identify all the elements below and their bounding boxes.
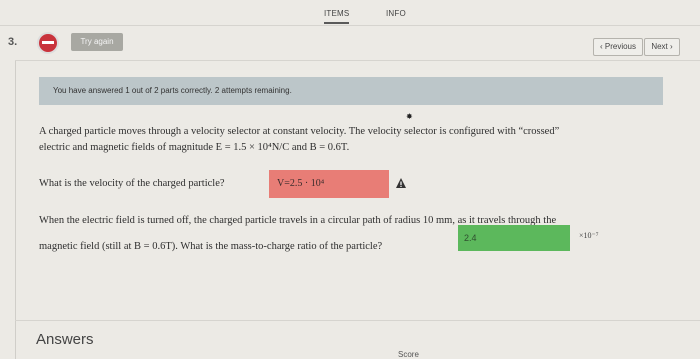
warning-icon [396, 178, 406, 188]
part2-answer-field[interactable]: 2.4 [458, 225, 570, 251]
incorrect-status-icon [37, 32, 59, 54]
score-label: Score [398, 350, 419, 359]
next-button[interactable]: Next › [644, 38, 680, 56]
question-prompt: A charged particle moves through a veloc… [39, 124, 659, 156]
prompt-line-2: electric and magnetic fields of magnitud… [39, 142, 350, 153]
question-number: 3. [8, 36, 18, 48]
content-border-left [15, 60, 16, 359]
attempts-banner: You have answered 1 out of 2 parts corre… [39, 77, 663, 105]
part2-unit: ×10⁻⁷ [579, 231, 599, 240]
mouse-cursor-icon: ✸ [406, 112, 413, 121]
prompt-line-1: A charged particle moves through a veloc… [39, 126, 560, 137]
tab-items[interactable]: ITEMS [324, 9, 350, 24]
answers-heading: Answers [36, 331, 94, 348]
part1-answer-field[interactable]: V=2.5 · 10⁴ [269, 170, 389, 198]
previous-button[interactable]: ‹ Previous [593, 38, 643, 56]
tab-info[interactable]: INFO [386, 9, 406, 18]
tab-bar: ITEMS INFO [300, 0, 440, 24]
content-border-top [15, 60, 700, 61]
try-again-button[interactable]: Try again [71, 33, 123, 51]
section-divider [15, 320, 700, 321]
part1-question: What is the velocity of the charged part… [39, 178, 225, 189]
tab-divider [0, 25, 700, 26]
